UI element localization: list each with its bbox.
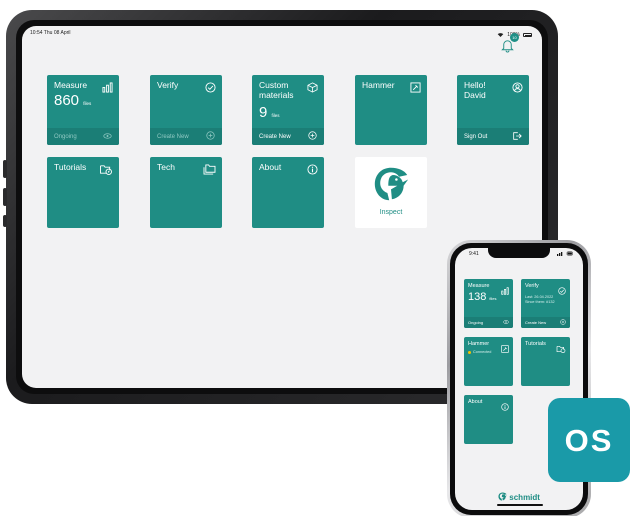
battery-icon (523, 33, 532, 37)
bar-chart-icon (102, 80, 113, 93)
file-count: 9 files (259, 104, 280, 121)
tile-footer[interactable]: Sign Out (457, 128, 529, 145)
tile-tech[interactable]: Tech (150, 157, 222, 228)
file-count: 138 files (468, 291, 497, 303)
footer-label: Ongoing (468, 320, 484, 325)
video-folder-icon (556, 340, 566, 353)
os-logo-text: OS (565, 425, 614, 455)
product-showcase: 10:54 Thu 08 April 100% Measure (0, 0, 630, 516)
tile-footer[interactable]: Create New (150, 128, 222, 145)
tile-footer[interactable]: Create New (252, 128, 324, 145)
tile-title: About (468, 399, 483, 405)
tile-title: Hammer (468, 341, 490, 347)
footer-label: Ongoing (54, 133, 77, 140)
status-dot (468, 350, 471, 354)
folders-icon (203, 162, 216, 175)
sign-out-icon (512, 131, 522, 143)
user-greeting: Hello! David (464, 80, 486, 100)
footer-label: Create New (157, 133, 189, 140)
hammer-icon (501, 340, 509, 353)
phone-tile-about[interactable]: About (464, 395, 513, 444)
tile-title: Hammer (362, 80, 395, 90)
status-bar: 10:54 Thu 08 April 100% (30, 30, 532, 40)
tile-footer[interactable]: Ongoing (464, 317, 513, 328)
check-circle-icon (558, 282, 566, 295)
tile-title: Tech (157, 162, 175, 172)
phone-status-time: 9:41 (469, 251, 479, 257)
inspect-label: Inspect (379, 209, 403, 216)
eye-icon (503, 320, 509, 325)
user-circle-icon (512, 80, 523, 93)
phone-tile-verify[interactable]: Verify Last: 26.04.2022 Since them: #132… (521, 279, 570, 328)
eye-icon (103, 132, 112, 141)
plus-circle-icon (308, 131, 317, 142)
ipad-volume-button (3, 160, 7, 178)
phone-tile-measure[interactable]: Measure 138 files Ongoing (464, 279, 513, 328)
phone-tile-tutorials[interactable]: Tutorials (521, 337, 570, 386)
tile-about[interactable]: About (252, 157, 324, 228)
file-count: 860 files (54, 92, 92, 109)
tile-hammer[interactable]: Hammer (355, 75, 427, 145)
tile-footer[interactable]: Create New (521, 317, 570, 328)
since-count: Since them: #132 (525, 300, 555, 304)
status-time: 10:54 Thu 08 April (30, 30, 71, 36)
tile-measure[interactable]: Measure 860 files Ongoing (47, 75, 119, 145)
ipad-volume-button (3, 188, 7, 206)
info-icon (307, 162, 318, 175)
tile-title: Custom materials (259, 80, 294, 100)
phone-home-indicator (497, 504, 543, 506)
os-app-icon: OS (548, 398, 630, 482)
plus-circle-icon (560, 319, 566, 326)
tile-title: Measure (54, 80, 88, 90)
tile-custom-materials[interactable]: Custom materials 9 files Create New (252, 75, 324, 145)
hammer-icon (410, 80, 421, 93)
tile-verify[interactable]: Verify Create New (150, 75, 222, 145)
notification-count-badge: 10 (510, 33, 519, 42)
plus-circle-icon (206, 131, 215, 142)
tile-title: Verify (525, 283, 539, 289)
tile-inspect[interactable]: Inspect (355, 157, 427, 228)
tile-title: About (259, 162, 282, 172)
sign-out-label: Sign Out (464, 133, 488, 140)
ipad-side-button (3, 215, 7, 227)
footer-label: Create New (259, 133, 291, 140)
check-circle-icon (205, 80, 216, 93)
tile-footer[interactable]: Ongoing (47, 128, 119, 145)
info-icon (501, 398, 509, 411)
eagle-logo-icon (374, 167, 409, 201)
tile-title: Tutorials (525, 341, 546, 347)
signal-icon (557, 251, 573, 258)
footer-label: Create New (525, 320, 547, 325)
brand-logo: schmidt (455, 492, 583, 502)
tile-tutorials[interactable]: Tutorials (47, 157, 119, 228)
tile-title: Verify (157, 80, 179, 90)
os-logo-icon: OS (565, 425, 614, 455)
tile-title: Tutorials (54, 162, 87, 172)
cube-icon (307, 80, 318, 93)
phone-status-bar: 9:41 (469, 251, 573, 258)
tile-profile[interactable]: Hello! David Sign Out (457, 75, 529, 145)
connection-status: Connected (468, 350, 491, 355)
eagle-logo-icon (498, 492, 507, 501)
tile-title: Measure (468, 283, 490, 289)
phone-tile-hammer[interactable]: Hammer Connected (464, 337, 513, 386)
brand-name: schmidt (509, 493, 540, 502)
bar-chart-icon (501, 282, 509, 295)
video-folder-icon (99, 162, 113, 175)
